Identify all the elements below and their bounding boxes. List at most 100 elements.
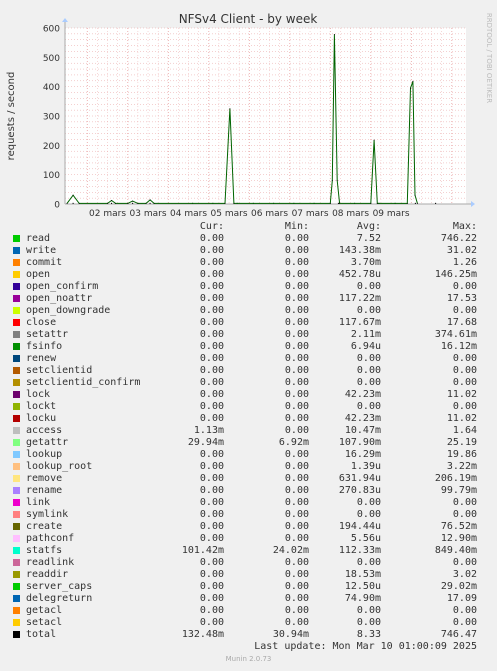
series-point xyxy=(331,180,333,181)
x-tick-label: 08 mars xyxy=(332,209,369,219)
legend-max: 11.02 xyxy=(446,413,477,424)
legend-row-pathconf: pathconf 0.00 0.00 5.56u 12.90m xyxy=(0,533,497,545)
legend-header-min: Min: xyxy=(284,221,309,232)
series-point xyxy=(333,34,335,35)
legend-min: 0.00 xyxy=(284,377,309,388)
y-tick-label: 400 xyxy=(43,83,60,93)
legend-max: 0.00 xyxy=(452,617,477,628)
legend-min: 0.00 xyxy=(284,401,309,412)
x-tick-label: 03 mars xyxy=(130,209,167,219)
legend-max: 19.86 xyxy=(446,449,477,460)
legend-swatch xyxy=(13,271,20,278)
legend-avg: 0.00 xyxy=(356,377,381,388)
legend-swatch xyxy=(13,511,20,518)
legend-row-locku: locku 0.00 0.00 42.23m 11.02 xyxy=(0,413,497,425)
legend-swatch xyxy=(13,355,20,362)
legend-name: open xyxy=(26,269,51,280)
legend-min: 0.00 xyxy=(284,617,309,628)
legend-avg: 0.00 xyxy=(356,617,381,628)
legend-max: 1.26 xyxy=(452,257,477,268)
legend-name: write xyxy=(26,245,57,256)
legend-avg: 6.94u xyxy=(350,341,381,352)
legend-swatch xyxy=(13,403,20,410)
legend-min: 0.00 xyxy=(284,461,309,472)
legend-name: lock xyxy=(26,389,51,400)
legend-name: getattr xyxy=(26,437,69,448)
legend-max: 374.61m xyxy=(434,329,477,340)
legend-name: link xyxy=(26,497,51,508)
legend-row-commit: commit 0.00 0.00 3.70m 1.26 xyxy=(0,257,497,269)
legend-name: setattr xyxy=(26,329,69,340)
legend-row-close: close 0.00 0.00 117.67m 17.68 xyxy=(0,317,497,329)
legend-swatch xyxy=(13,463,20,470)
y-tick-label: 600 xyxy=(43,25,60,35)
legend-avg: 631.94u xyxy=(338,473,381,484)
legend-cur: 0.00 xyxy=(199,581,224,592)
legend-row-lock: lock 0.00 0.00 42.23m 11.02 xyxy=(0,389,497,401)
legend-min: 0.00 xyxy=(284,281,309,292)
legend-min: 0.00 xyxy=(284,341,309,352)
legend-min: 0.00 xyxy=(284,353,309,364)
legend-row-lookup: lookup 0.00 0.00 16.29m 19.86 xyxy=(0,449,497,461)
legend-max: 3.02 xyxy=(452,569,477,580)
legend-min: 0.00 xyxy=(284,269,309,280)
legend-row-setclientid: setclientid 0.00 0.00 0.00 0.00 xyxy=(0,365,497,377)
legend-cur: 0.00 xyxy=(199,305,224,316)
legend-max: 746.22 xyxy=(440,233,477,244)
legend-name: commit xyxy=(26,257,63,268)
legend-swatch xyxy=(13,391,20,398)
legend-max: 0.00 xyxy=(452,557,477,568)
legend-avg: 0.00 xyxy=(356,557,381,568)
legend-row-read: read 0.00 0.00 7.52 746.22 xyxy=(0,233,497,245)
legend-cur: 0.00 xyxy=(199,269,224,280)
legend-row-total: total 132.48m 30.94m 8.33 746.47 xyxy=(0,629,497,641)
legend-avg: 117.22m xyxy=(338,293,381,304)
series-point xyxy=(406,202,408,204)
legend-avg: 0.00 xyxy=(356,365,381,376)
chart-title: NFSv4 Client - by week xyxy=(179,12,318,26)
legend-avg: 42.23m xyxy=(344,413,381,424)
legend-min: 0.00 xyxy=(284,593,309,604)
legend-row-server-caps: server_caps 0.00 0.00 12.50u 29.02m xyxy=(0,581,497,593)
legend-header-max: Max: xyxy=(452,221,477,232)
legend-name: setclientid_confirm xyxy=(26,377,141,388)
legend-max: 0.00 xyxy=(452,365,477,376)
legend-row-lockt: lockt 0.00 0.00 0.00 0.00 xyxy=(0,401,497,413)
legend-cur: 0.00 xyxy=(199,257,224,268)
legend-name: open_noattr xyxy=(26,293,93,304)
legend-cur: 0.00 xyxy=(199,293,224,304)
legend-swatch xyxy=(13,319,20,326)
legend-swatch xyxy=(13,583,20,590)
legend-min: 0.00 xyxy=(284,497,309,508)
legend-max: 1.64 xyxy=(452,425,477,436)
legend-max: 0.00 xyxy=(452,305,477,316)
legend-avg: 10.47m xyxy=(344,425,381,436)
legend-cur: 0.00 xyxy=(199,497,224,508)
legend-min: 0.00 xyxy=(284,329,309,340)
legend-swatch xyxy=(13,607,20,614)
legend-avg: 0.00 xyxy=(356,605,381,616)
legend-header-avg: Avg: xyxy=(356,221,381,232)
legend-max: 76.52m xyxy=(440,521,477,532)
series-point xyxy=(66,202,68,204)
legend-swatch xyxy=(13,595,20,602)
legend-name: renew xyxy=(26,353,57,364)
legend-max: 746.47 xyxy=(440,629,477,640)
legend-min: 0.00 xyxy=(284,425,309,436)
legend-name: readlink xyxy=(26,557,75,568)
x-tick-label: 09 mars xyxy=(373,209,410,219)
legend-row-remove: remove 0.00 0.00 631.94u 206.19m xyxy=(0,473,497,485)
legend-cur: 0.00 xyxy=(199,281,224,292)
x-tick-label: 07 mars xyxy=(292,209,329,219)
legend-avg: 270.83u xyxy=(338,485,381,496)
legend-name: setacl xyxy=(26,617,63,628)
legend-min: 30.94m xyxy=(272,629,309,640)
legend-cur: 0.00 xyxy=(199,353,224,364)
legend-max: 206.19m xyxy=(434,473,477,484)
legend-avg: 194.44u xyxy=(338,521,381,532)
legend-swatch xyxy=(13,523,20,530)
legend-avg: 143.38m xyxy=(338,245,381,256)
legend-row-rename: rename 0.00 0.00 270.83u 99.79m xyxy=(0,485,497,497)
series-point xyxy=(373,139,375,141)
legend-swatch xyxy=(13,307,20,314)
